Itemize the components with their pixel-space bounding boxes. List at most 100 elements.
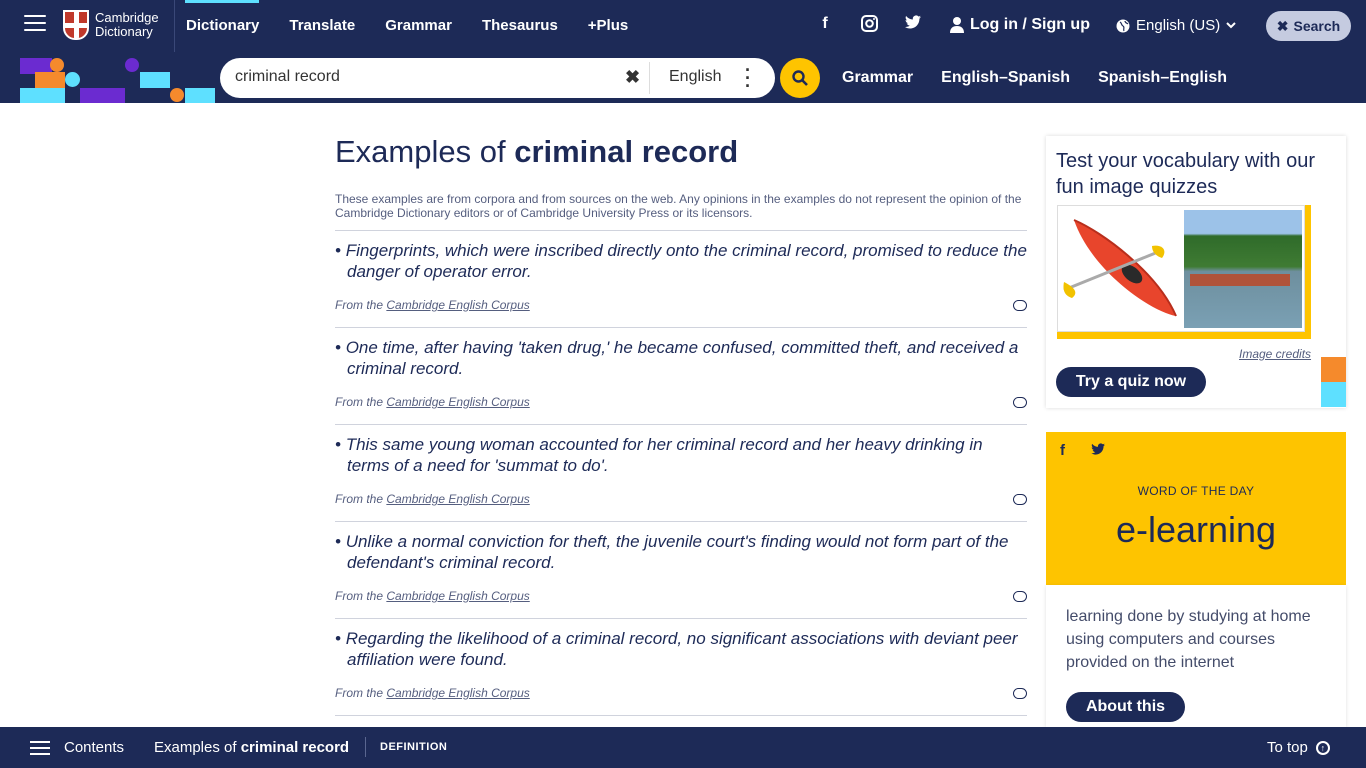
example-text: One time, after having 'taken drug,' he …	[345, 338, 1019, 378]
twitter-icon[interactable]	[903, 15, 923, 37]
contents-menu-icon[interactable]	[30, 741, 50, 759]
quiz-title: Test your vocabulary with our fun image …	[1056, 150, 1316, 198]
quiz-card: Test your vocabulary with our fun image …	[1046, 136, 1346, 408]
comment-icon[interactable]	[1013, 397, 1027, 408]
facebook-icon[interactable]: f	[815, 15, 835, 37]
source-prefix: From the	[335, 589, 384, 603]
contents-link[interactable]: Contents	[64, 739, 124, 756]
definition-link[interactable]: DEFINITION	[380, 741, 447, 753]
search-box: criminal record ✖ English · · ·	[220, 58, 775, 98]
wotd-word[interactable]: e-learning	[1046, 509, 1346, 551]
social-links: f	[815, 15, 923, 37]
wotd-definition: learning done by studying at home using …	[1066, 608, 1311, 671]
quiz-image[interactable]	[1057, 205, 1311, 339]
language-label: English (US)	[1136, 17, 1221, 34]
source-link[interactable]: Cambridge English Corpus	[386, 589, 529, 603]
search-icon	[792, 70, 808, 86]
logo-line1: Cambridge	[95, 10, 159, 25]
example-source: From the Cambridge English Corpus	[335, 298, 530, 312]
main-nav: Dictionary Translate Grammar Thesaurus +…	[184, 0, 628, 52]
comment-icon[interactable]	[1013, 494, 1027, 505]
example-item: • Unlike a normal conviction for theft, …	[335, 522, 1027, 619]
divider	[174, 0, 175, 52]
menu-icon[interactable]	[24, 15, 46, 33]
logo-line2: Dictionary	[95, 24, 153, 39]
example-item: • Fingerprints, which were inscribed dir…	[335, 231, 1027, 328]
nav-translate[interactable]: Translate	[289, 0, 355, 52]
example-text: This same young woman accounted for her …	[345, 435, 983, 475]
example-item: • Regarding the likelihood of a criminal…	[335, 619, 1027, 716]
example-source: From the Cambridge English Corpus	[335, 395, 530, 409]
search-button[interactable]	[780, 58, 820, 98]
decorative-pattern	[0, 52, 215, 103]
divider	[649, 62, 650, 94]
wotd-label: WORD OF THE DAY	[1137, 484, 1255, 498]
example-text: Regarding the likelihood of a criminal r…	[345, 629, 1018, 669]
search-input[interactable]: criminal record	[235, 68, 340, 86]
search-toggle-button[interactable]: ✖ Search	[1266, 11, 1351, 41]
source-link[interactable]: Cambridge English Corpus	[386, 298, 529, 312]
title-prefix: Examples of	[335, 134, 506, 169]
page-title: Examples of criminal record	[335, 134, 1027, 170]
about-this-button[interactable]: About this	[1066, 692, 1185, 722]
bottom-bar: Contents Examples of criminal record DEF…	[0, 727, 1366, 768]
comment-icon[interactable]	[1013, 300, 1027, 311]
example-item: • One time, after having 'taken drug,' h…	[335, 328, 1027, 425]
comment-icon[interactable]	[1013, 688, 1027, 699]
barge-river-image	[1184, 210, 1302, 328]
comment-icon[interactable]	[1013, 591, 1027, 602]
subnav-grammar[interactable]: Grammar	[842, 69, 913, 87]
login-link[interactable]: Log in / Sign up	[950, 16, 1090, 34]
example-source: From the Cambridge English Corpus	[335, 492, 530, 506]
nav-thesaurus[interactable]: Thesaurus	[482, 0, 558, 52]
section-prefix: Examples of	[154, 739, 237, 756]
nav-plus[interactable]: +Plus	[588, 0, 628, 52]
more-options-icon[interactable]: · · ·	[745, 61, 751, 95]
subnav-english-spanish[interactable]: English–Spanish	[941, 69, 1070, 87]
intro-text: These examples are from corpora and from…	[335, 192, 1027, 231]
nav-dictionary[interactable]: Dictionary	[184, 0, 260, 52]
current-section[interactable]: Examples of criminal record	[154, 739, 349, 756]
example-item: • This same young woman accounted for he…	[335, 425, 1027, 522]
globe-icon	[1116, 19, 1130, 32]
clear-icon[interactable]: ✖	[625, 67, 640, 88]
facebook-icon[interactable]: f	[1060, 442, 1065, 459]
divider	[365, 737, 366, 757]
example-text: Unlike a normal conviction for theft, th…	[345, 532, 1009, 572]
instagram-icon[interactable]	[859, 15, 879, 37]
source-link[interactable]: Cambridge English Corpus	[386, 395, 529, 409]
source-link[interactable]: Cambridge English Corpus	[386, 686, 529, 700]
kayak-image	[1063, 219, 1177, 317]
source-prefix: From the	[335, 686, 384, 700]
logo[interactable]: Cambridge Dictionary	[63, 10, 159, 40]
example-text: Fingerprints, which were inscribed direc…	[345, 241, 1027, 281]
word-of-the-day: f WORD OF THE DAY e-learning	[1046, 432, 1346, 585]
sub-nav: Grammar English–Spanish Spanish–English	[842, 52, 1227, 103]
search-toggle-label: Search	[1293, 18, 1341, 34]
example-source: From the Cambridge English Corpus	[335, 686, 530, 700]
chevron-down-icon	[1226, 22, 1236, 29]
crest-icon	[63, 10, 89, 40]
example-source: From the Cambridge English Corpus	[335, 589, 530, 603]
close-icon: ✖	[1276, 17, 1289, 34]
source-prefix: From the	[335, 298, 384, 312]
wotd-definition-card: learning done by studying at home using …	[1046, 585, 1346, 727]
source-prefix: From the	[335, 492, 384, 506]
title-term: criminal record	[514, 134, 739, 169]
top-navbar: Cambridge Dictionary Dictionary Translat…	[0, 0, 1366, 52]
search-bar-row: criminal record ✖ English · · · Grammar En…	[0, 52, 1366, 103]
dictionary-language-select[interactable]: English	[669, 68, 721, 86]
main-content: Examples of criminal record These exampl…	[335, 103, 1027, 716]
try-quiz-button[interactable]: Try a quiz now	[1056, 367, 1206, 397]
to-top-link[interactable]: To top ↑	[1267, 739, 1330, 756]
subnav-spanish-english[interactable]: Spanish–English	[1098, 69, 1227, 87]
login-label: Log in / Sign up	[970, 16, 1090, 33]
decorative-tab	[1321, 357, 1346, 407]
language-selector[interactable]: English (US)	[1116, 17, 1236, 34]
source-link[interactable]: Cambridge English Corpus	[386, 492, 529, 506]
to-top-label: To top	[1267, 739, 1308, 756]
twitter-icon[interactable]	[1091, 442, 1106, 459]
nav-grammar[interactable]: Grammar	[385, 0, 452, 52]
source-prefix: From the	[335, 395, 384, 409]
image-credits-link[interactable]: Image credits	[1239, 347, 1311, 361]
